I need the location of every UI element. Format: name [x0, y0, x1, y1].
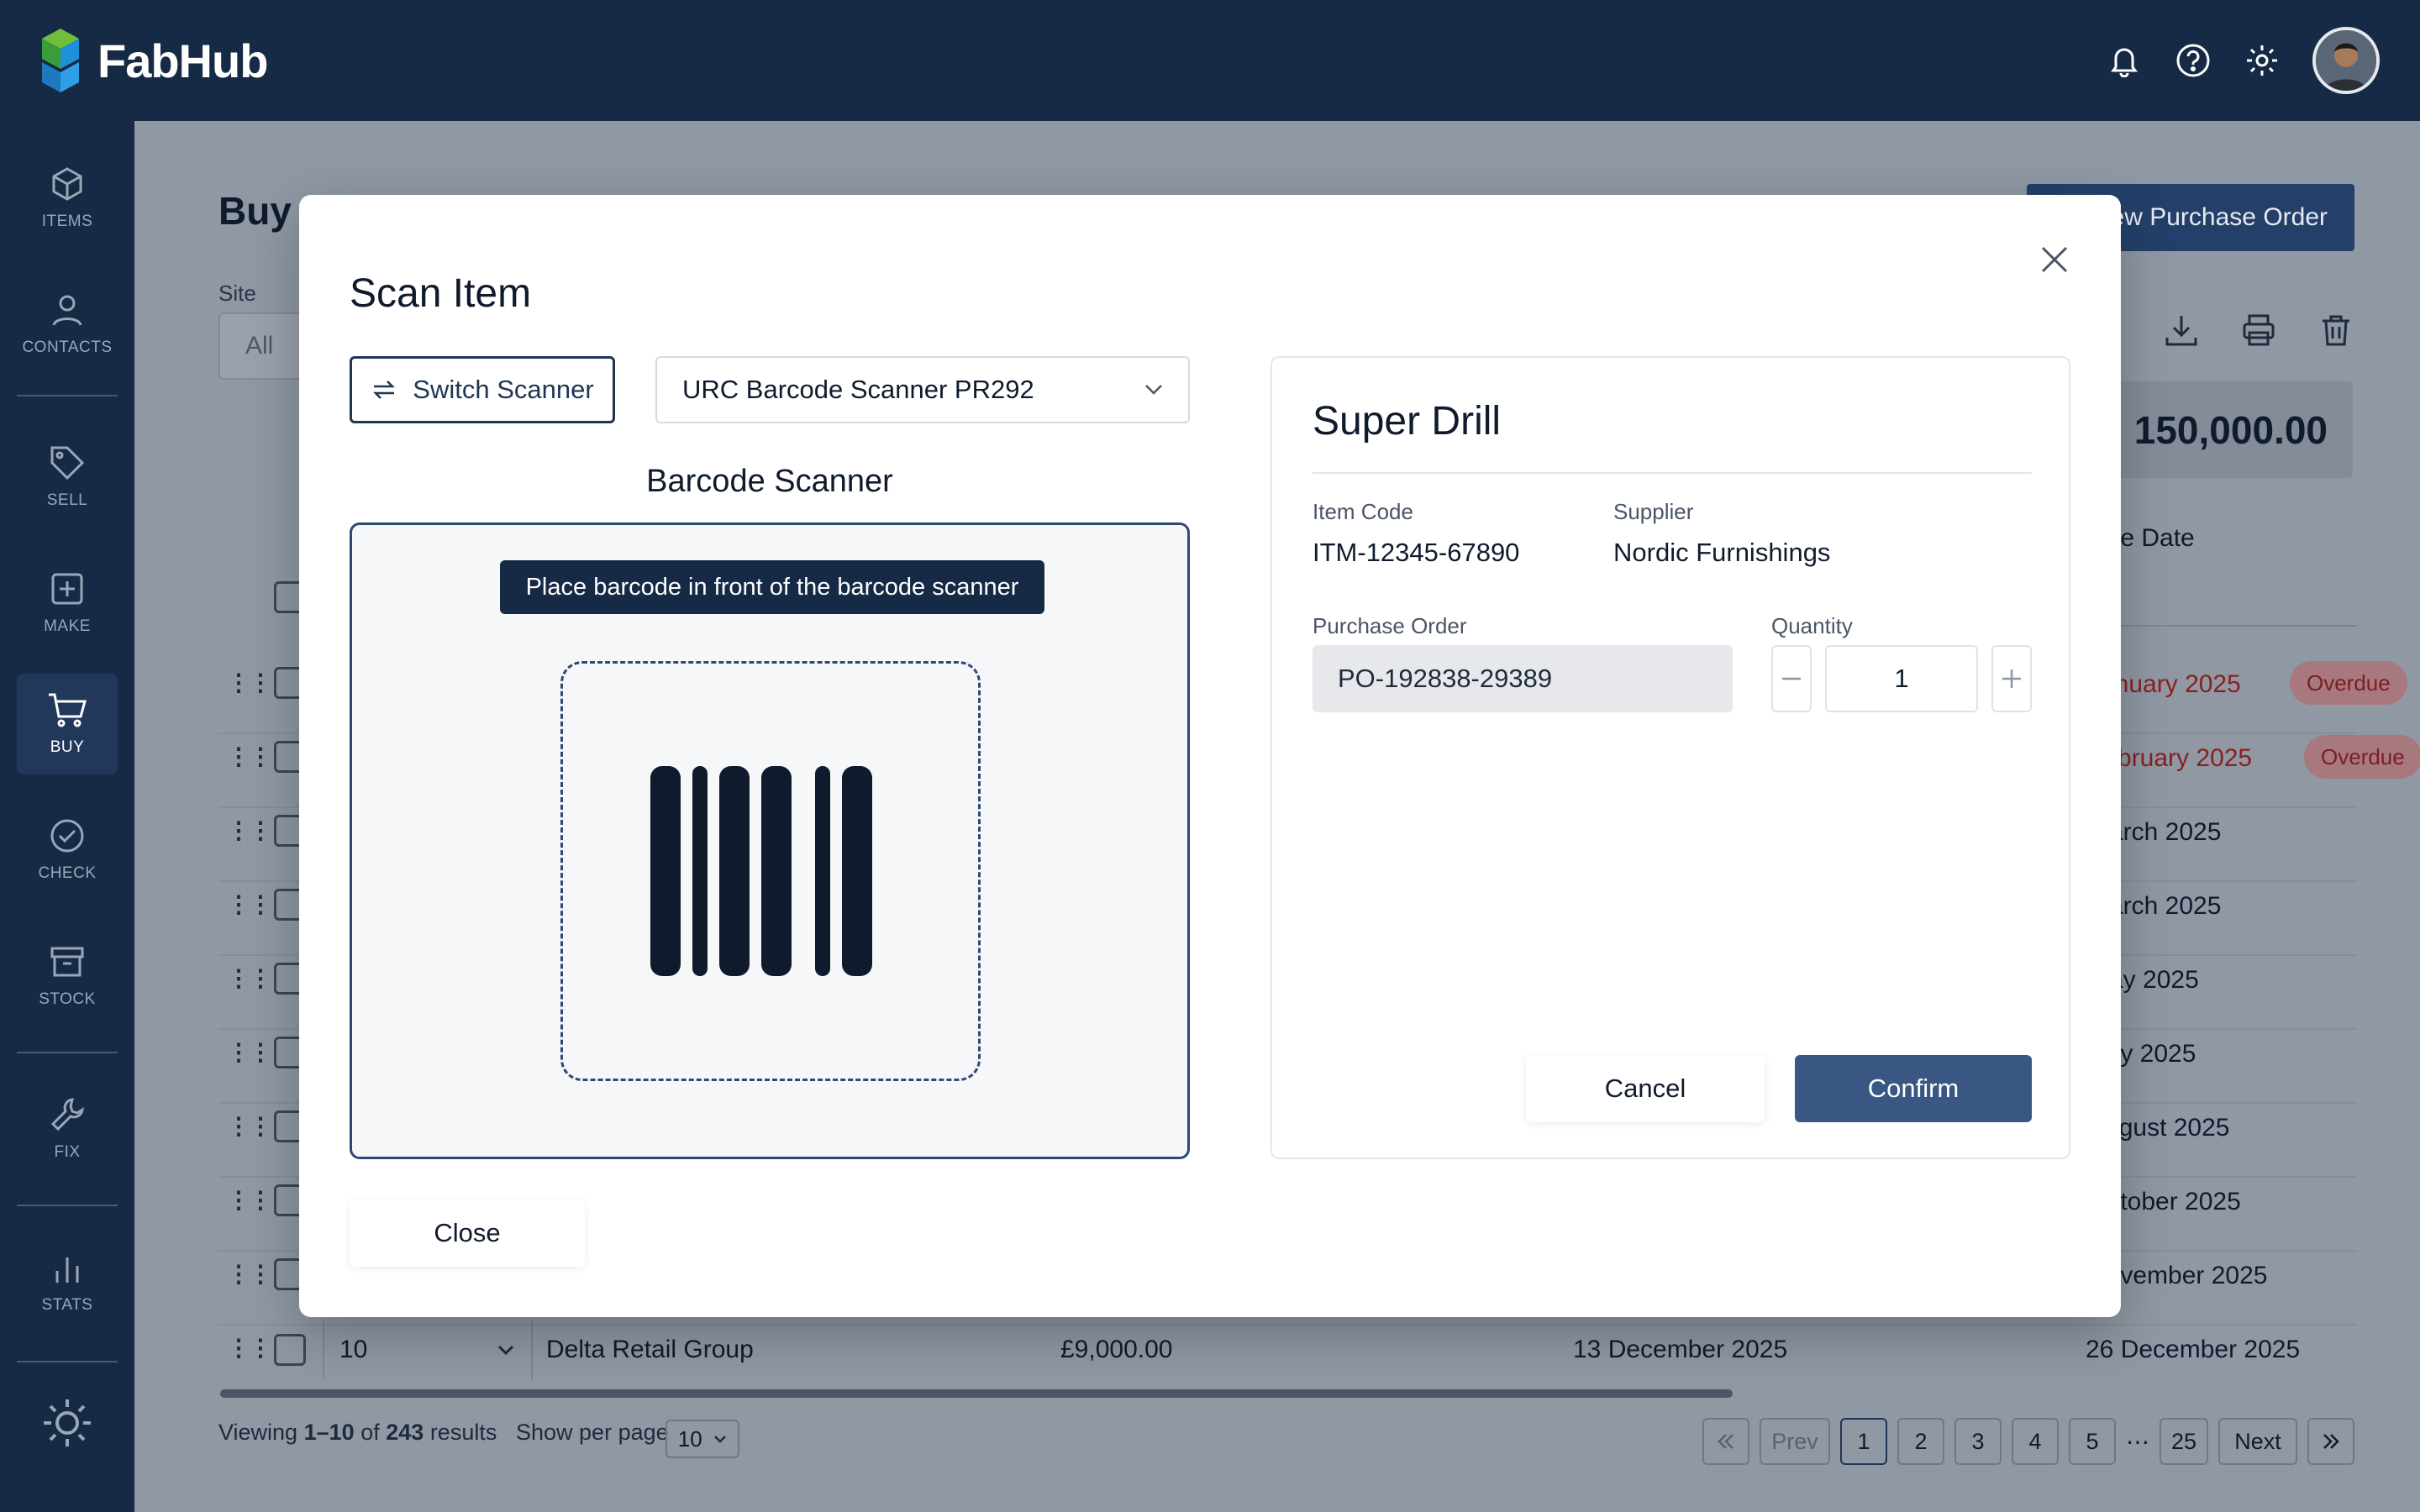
table-row[interactable]: 10 Delta Retail Group £9,000.00 13 Decem…	[323, 1310, 2353, 1389]
supplier-value: Nordic Furnishings	[1613, 538, 1831, 567]
row-number: 10	[339, 1336, 368, 1363]
scanner-select-value: URC Barcode Scanner PR292	[682, 375, 1034, 404]
barcode-icon	[650, 766, 872, 976]
results-summary: Viewing 1–10 of 243 results	[218, 1420, 497, 1446]
chevron-down-icon	[1145, 385, 1162, 395]
pagination: Prev 1 2 3 4 5 ⋯ 25 Next	[1702, 1418, 2355, 1465]
next-page-button[interactable]: Next	[2218, 1418, 2298, 1465]
plus-icon	[2002, 669, 2021, 688]
drag-handle-icon[interactable]: ⋮⋮	[227, 1336, 272, 1360]
double-chevron-left-icon	[1718, 1434, 1733, 1449]
page-button-5[interactable]: 5	[2069, 1418, 2116, 1465]
double-chevron-right-icon	[2323, 1434, 2339, 1449]
confirm-button[interactable]: Confirm	[1795, 1055, 2032, 1122]
switch-scanner-label: Switch Scanner	[413, 375, 594, 404]
row-due-date: 26 December 2025	[2086, 1336, 2301, 1363]
of-label: of	[360, 1420, 380, 1445]
page-button-4[interactable]: 4	[2012, 1418, 2059, 1465]
row-supplier: Delta Retail Group	[546, 1336, 754, 1363]
barcode-scan-area: Place barcode in front of the barcode sc…	[350, 522, 1190, 1159]
per-page-label: Show per page	[516, 1420, 669, 1445]
scanner-heading: Barcode Scanner	[646, 464, 893, 499]
minus-icon	[1782, 677, 1801, 680]
pagination-ellipsis: ⋯	[2126, 1428, 2149, 1455]
row-number-select[interactable]: 10	[323, 1320, 533, 1379]
results-range: 1–10	[303, 1420, 355, 1445]
row-checkbox[interactable]	[274, 1334, 306, 1366]
purchase-order-label: Purchase Order	[1313, 613, 1467, 638]
prev-page-button[interactable]: Prev	[1760, 1418, 1830, 1465]
modal-title: Scan Item	[350, 271, 532, 316]
horizontal-scrollbar[interactable]	[220, 1389, 1733, 1398]
chevron-down-icon	[497, 1345, 514, 1355]
page-button-last[interactable]: 25	[2160, 1418, 2209, 1465]
quantity-field[interactable]: 1	[1825, 645, 1978, 712]
swap-icon	[373, 381, 396, 399]
last-page-button[interactable]	[2307, 1418, 2355, 1465]
page-button-2[interactable]: 2	[1897, 1418, 1944, 1465]
divider	[1313, 472, 2032, 474]
quantity-decrement-button[interactable]	[1771, 645, 1812, 712]
scan-item-modal: Scan Item Switch Scanner URC Barcode Sca…	[299, 195, 2121, 1317]
quantity-increment-button[interactable]	[1991, 645, 2032, 712]
results-label: results	[429, 1420, 497, 1445]
scan-target-frame	[560, 661, 981, 1081]
page-button-3[interactable]: 3	[1954, 1418, 2002, 1465]
item-detail-panel: Super Drill Item Code ITM-12345-67890 Su…	[1270, 356, 2070, 1159]
item-code-value: ITM-12345-67890	[1313, 538, 1520, 567]
page-button-1[interactable]: 1	[1840, 1418, 1887, 1465]
supplier-label: Supplier	[1613, 499, 1694, 524]
quantity-label: Quantity	[1771, 613, 1853, 638]
row-order-date: 13 December 2025	[1573, 1336, 1788, 1363]
per-page-select[interactable]: 10	[666, 1420, 739, 1458]
results-total: 243	[386, 1420, 424, 1445]
cancel-button[interactable]: Cancel	[1526, 1055, 1765, 1122]
viewing-label: Viewing	[218, 1420, 298, 1445]
chevron-down-icon	[714, 1436, 727, 1443]
row-amount: £9,000.00	[1060, 1336, 1173, 1363]
first-page-button[interactable]	[1702, 1418, 1749, 1465]
item-name: Super Drill	[1313, 399, 1502, 444]
switch-scanner-button[interactable]: Switch Scanner	[350, 356, 615, 423]
scan-instruction-tooltip: Place barcode in front of the barcode sc…	[500, 560, 1044, 614]
close-button[interactable]: Close	[350, 1200, 585, 1267]
scanner-select[interactable]: URC Barcode Scanner PR292	[655, 356, 1190, 423]
item-code-label: Item Code	[1313, 499, 1413, 524]
close-icon[interactable]	[2030, 235, 2079, 284]
purchase-order-field[interactable]: PO-192838-29389	[1313, 645, 1733, 712]
per-page-value: 10	[677, 1425, 702, 1452]
